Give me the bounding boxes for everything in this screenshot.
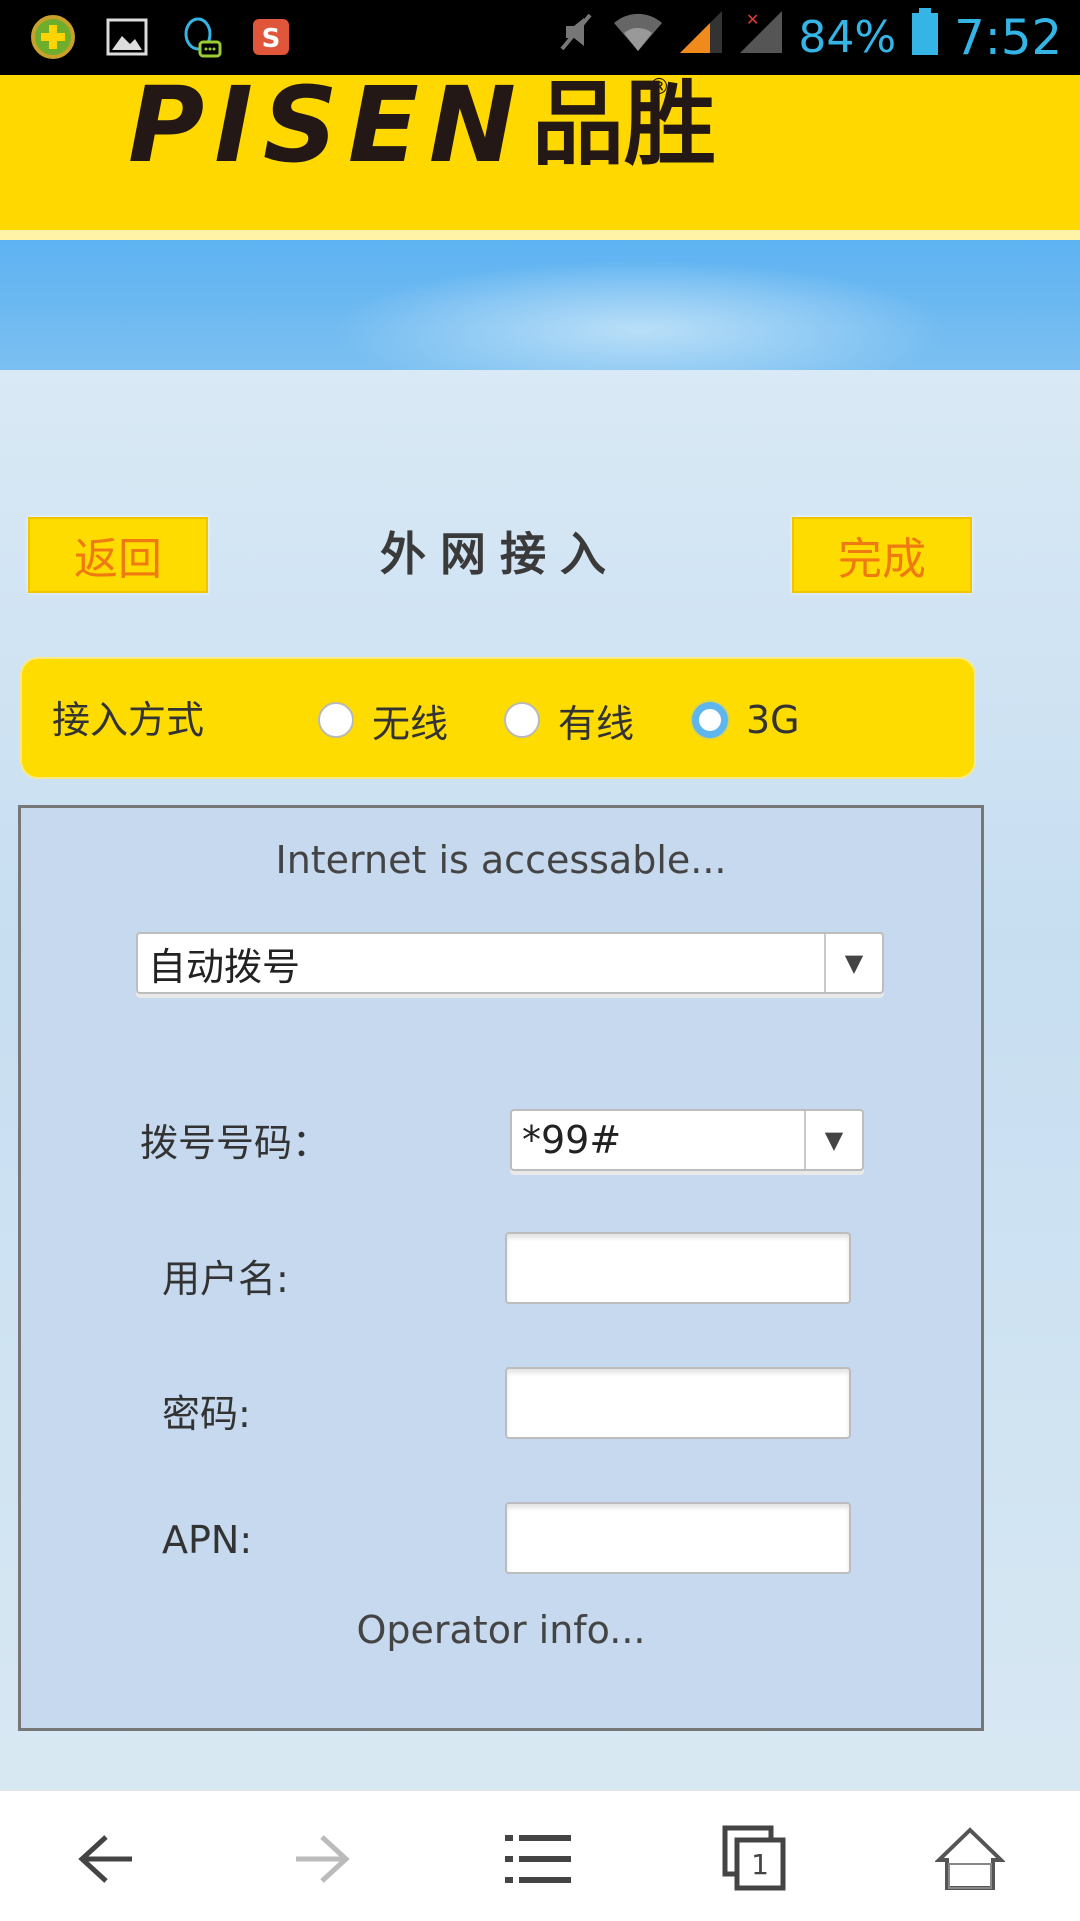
forward-arrow-icon: [296, 1835, 350, 1883]
radio-button-selected[interactable]: [692, 702, 728, 738]
registered-mark: ®: [648, 75, 670, 100]
gallery-icon: [104, 14, 150, 60]
sky-banner: [0, 240, 1080, 400]
radio-label: 3G: [746, 698, 800, 742]
nav-back-button[interactable]: [56, 1809, 156, 1909]
logo-cn-text: 品胜: [531, 71, 716, 178]
access-mode-label: 接入方式: [52, 698, 205, 742]
nav-menu-button[interactable]: [488, 1809, 588, 1909]
dropdown-arrow-icon[interactable]: ▼: [824, 934, 882, 992]
dial-number-value: *99#: [522, 1118, 622, 1162]
svg-text:✕: ✕: [746, 10, 759, 29]
app-green-icon: [30, 14, 76, 60]
radio-label: 有线: [558, 701, 635, 746]
access-mode-bar: 接入方式 无线 有线 3G: [20, 657, 976, 779]
browser-toolbar: 1: [0, 1790, 1080, 1921]
home-icon: [935, 1827, 1005, 1890]
dropdown-arrow-icon[interactable]: ▼: [804, 1111, 862, 1169]
username-label: 用户名:: [162, 1257, 289, 1301]
page-title: 外网接入: [380, 527, 620, 581]
nav-tabs-button[interactable]: 1: [704, 1809, 804, 1909]
apn-input[interactable]: [505, 1502, 851, 1574]
radio-option-wireless[interactable]: 无线: [318, 659, 448, 781]
logo-text: PISEN: [128, 64, 526, 186]
radio-label: 无线: [372, 701, 449, 746]
mute-icon: [552, 9, 598, 66]
signal-no-sim-icon: ✕: [738, 9, 784, 66]
brand-header: PISEN 品胜 ®: [0, 64, 1080, 230]
header-divider: [0, 230, 1080, 240]
battery-percent: 84%: [798, 12, 897, 63]
signal-icon: [678, 9, 724, 66]
sogou-input-icon: S: [248, 14, 294, 60]
status-right: ✕ 84% 7:52: [552, 0, 1062, 75]
operator-info: Operator info...: [356, 1608, 646, 1652]
radio-button[interactable]: [504, 702, 540, 738]
battery-icon: [910, 7, 940, 68]
menu-list-icon: [505, 1835, 571, 1883]
nav-forward-button[interactable]: [272, 1809, 372, 1909]
dial-mode-select[interactable]: 自动拨号 ▼: [136, 932, 884, 994]
nav-home-button[interactable]: [920, 1809, 1020, 1909]
pisen-logo: PISEN 品胜: [128, 64, 716, 186]
dial-number-label: 拨号号码：: [140, 1121, 331, 1165]
back-arrow-icon: [78, 1835, 132, 1883]
radio-button[interactable]: [318, 702, 354, 738]
tab-count: 1: [751, 1848, 769, 1881]
qq-icon: [178, 14, 224, 60]
svg-text:S: S: [262, 24, 281, 54]
apn-label: APN:: [162, 1518, 253, 1562]
back-button[interactable]: 返回: [28, 517, 208, 593]
password-input[interactable]: [505, 1367, 851, 1439]
connection-status: Internet is accessable...: [275, 838, 727, 882]
clock: 7:52: [954, 9, 1062, 66]
radio-option-3g[interactable]: 3G: [692, 659, 800, 781]
dial-mode-value: 自动拨号: [148, 944, 301, 989]
username-input[interactable]: [505, 1232, 851, 1304]
done-button[interactable]: 完成: [792, 517, 972, 593]
password-label: 密码:: [162, 1392, 251, 1436]
wifi-icon: [612, 9, 664, 66]
dial-number-select[interactable]: *99# ▼: [510, 1109, 864, 1171]
tabs-icon: 1: [722, 1825, 786, 1891]
radio-option-wired[interactable]: 有线: [504, 659, 634, 781]
